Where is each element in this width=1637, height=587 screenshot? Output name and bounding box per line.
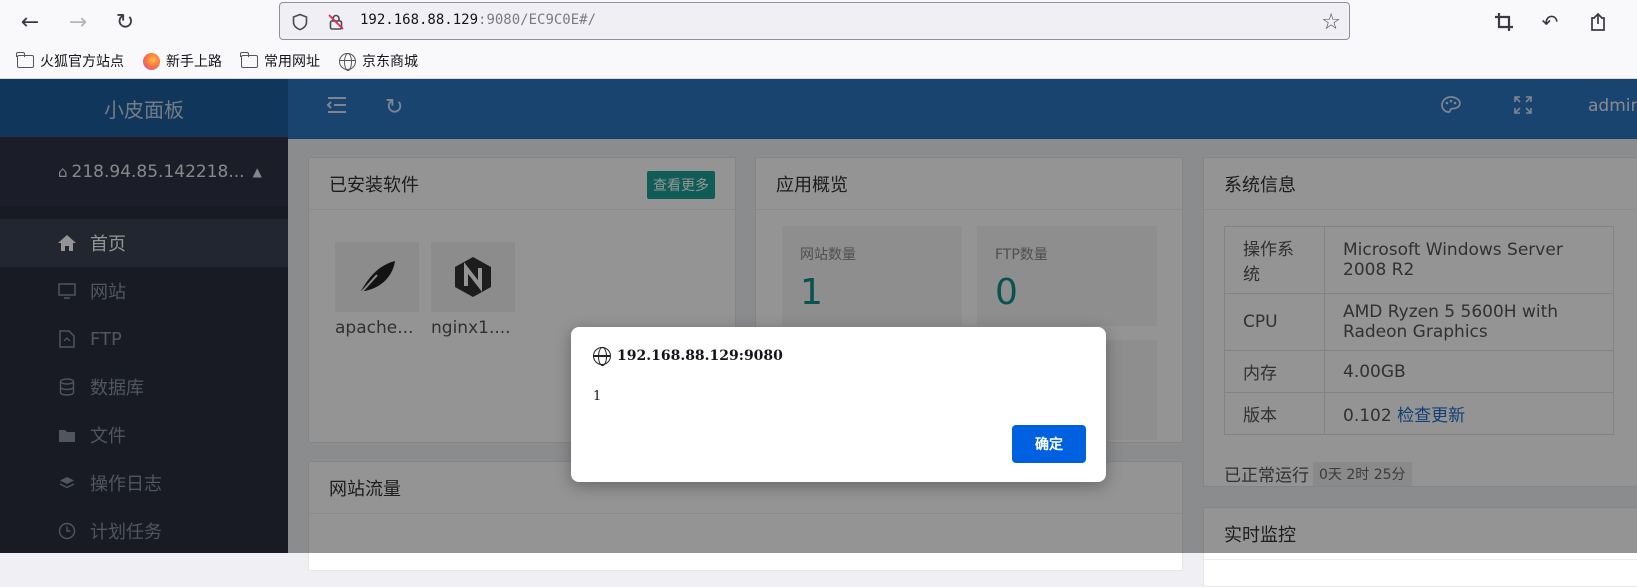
back-arrow-icon[interactable]: ← [16,8,44,36]
bookmark-label: 新手上路 [166,54,222,70]
folder-icon [240,51,258,69]
bookmark-item[interactable]: 火狐官方站点 [16,51,124,71]
shield-icon[interactable] [290,12,310,32]
bookmarks-bar: 火狐官方站点 新手上路 常用网址 京东商城 [0,48,420,74]
bookmark-item[interactable]: 京东商城 [338,51,418,71]
ok-button[interactable]: 确定 [1012,425,1086,463]
globe-icon [593,347,611,366]
bookmark-label: 京东商城 [362,54,418,70]
address-bar[interactable]: 192.168.88.129:9080/EC9C0E#/ ☆ [279,2,1350,40]
firefox-icon [142,52,160,70]
url-host: 192.168.88.129 [360,12,479,28]
share-icon[interactable] [1584,8,1612,36]
url-text[interactable]: 192.168.88.129:9080/EC9C0E#/ [360,12,596,28]
globe-icon [338,52,356,71]
dialog-message: 1 [593,389,602,404]
forward-arrow-icon[interactable]: → [64,8,92,36]
dialog-title: 192.168.88.129:9080 [593,347,783,366]
crop-icon[interactable] [1490,8,1518,36]
folder-icon [16,51,34,69]
bookmark-label: 火狐官方站点 [40,54,124,70]
bookmark-star-icon[interactable]: ☆ [1321,10,1341,35]
bookmark-item[interactable]: 新手上路 [142,51,222,71]
url-path: :9080/EC9C0E#/ [478,12,597,28]
bookmark-item[interactable]: 常用网址 [240,51,320,71]
browser-toolbar: ← → ↻ 192.168.88.129:9080/EC9C0E#/ ☆ ↶ 火… [0,0,1637,79]
reload-icon[interactable]: ↻ [111,8,139,36]
undo-icon[interactable]: ↶ [1536,8,1564,36]
insecure-lock-icon[interactable] [326,12,346,32]
alert-dialog: 192.168.88.129:9080 1 确定 [571,327,1106,482]
bookmark-label: 常用网址 [264,54,320,70]
dialog-origin: 192.168.88.129:9080 [617,348,783,364]
